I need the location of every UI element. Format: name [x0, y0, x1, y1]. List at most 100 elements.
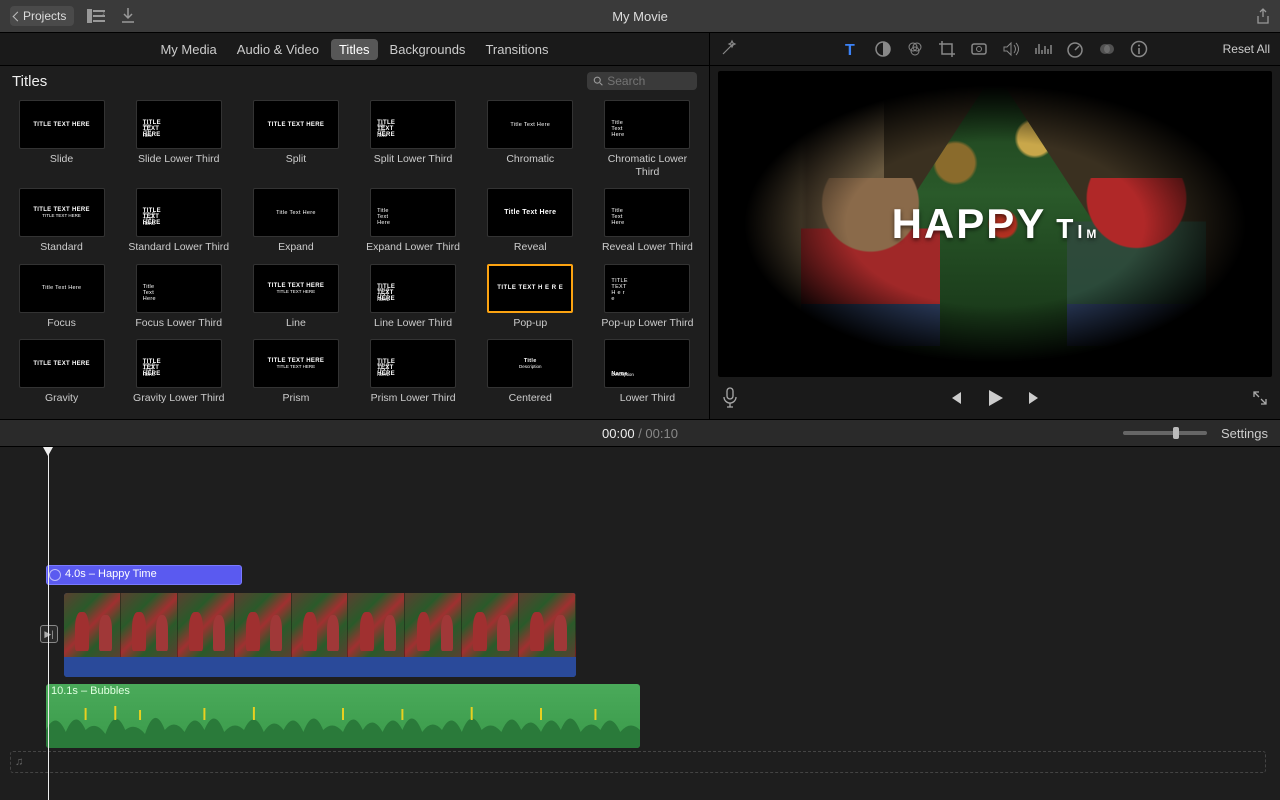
color-correction-icon[interactable]: [906, 40, 924, 58]
tab-titles[interactable]: Titles: [331, 39, 378, 60]
tab-backgrounds[interactable]: Backgrounds: [382, 39, 474, 60]
title-card-reveal[interactable]: Title Text Here Reveal: [479, 188, 582, 254]
title-card-label: Reveal: [514, 241, 547, 254]
title-card-slide-lower-third[interactable]: TITLE TEXT HERETitle Text Here Slide Lowe…: [127, 100, 230, 178]
video-clip[interactable]: [64, 593, 576, 677]
title-card-label: Expand Lower Third: [366, 241, 460, 254]
title-bar: Projects ♪ My Movie: [0, 0, 1280, 33]
projects-button[interactable]: Projects: [10, 6, 74, 26]
title-card-label: Gravity: [45, 392, 78, 405]
crop-icon[interactable]: [938, 40, 956, 58]
browser-tabs: My Media Audio & Video Titles Background…: [152, 39, 556, 60]
title-card-label: Pop-up: [513, 317, 547, 330]
title-thumb: TITLE TEXT HERETITLE TEXT HERE: [370, 339, 456, 388]
title-card-slide[interactable]: TITLE TEXT HERE Slide: [10, 100, 113, 178]
tab-transitions[interactable]: Transitions: [477, 39, 556, 60]
play-button[interactable]: [985, 388, 1005, 408]
share-icon[interactable]: [1256, 8, 1270, 24]
search-box[interactable]: [587, 72, 697, 90]
title-card-prism[interactable]: TITLE TEXT HERETITLE TEXT HEREPrism: [244, 339, 347, 405]
title-thumb: Title Text Here: [487, 100, 573, 149]
prev-button[interactable]: [947, 390, 963, 406]
reset-all-button[interactable]: Reset All: [1223, 42, 1270, 56]
title-card-split-lower-third[interactable]: TITLE TEXT HERETitle Text HereSplit Lowe…: [361, 100, 464, 178]
browser-panel: Titles TITLE TEXT HERESlideTITLE TEXT HE…: [0, 66, 710, 419]
empty-audio-track[interactable]: [10, 751, 1266, 773]
title-thumb: TitleDescription: [487, 339, 573, 388]
stabilization-icon[interactable]: [970, 40, 988, 58]
title-card-prism-lower-third[interactable]: TITLE TEXT HERETITLE TEXT HERE Prism Lowe…: [361, 339, 464, 405]
title-card-label: Pop-up Lower Third: [601, 317, 693, 330]
title-thumb: Title Text Here: [604, 100, 690, 149]
timeline[interactable]: 4.0s – Happy Time ▶| 10.1s – Bubbles: [0, 447, 1280, 800]
zoom-slider[interactable]: [1123, 431, 1207, 435]
text-inspector-icon[interactable]: T: [842, 40, 860, 58]
skimmer-toggle[interactable]: ▶|: [40, 625, 58, 643]
title-thumb: Title Text Here: [253, 188, 339, 237]
title-card-split[interactable]: TITLE TEXT HERESplit: [244, 100, 347, 178]
clip-filter-icon[interactable]: [1098, 40, 1116, 58]
browser-heading: Titles: [12, 73, 47, 90]
title-card-label: Line Lower Third: [374, 317, 452, 330]
next-button[interactable]: [1027, 390, 1043, 406]
volume-icon[interactable]: [1002, 40, 1020, 58]
import-icon[interactable]: [118, 8, 138, 24]
color-balance-icon[interactable]: [874, 40, 892, 58]
enhance-wand-icon[interactable]: [720, 39, 740, 59]
viewer-canvas[interactable]: HAPPY T I M: [718, 71, 1272, 377]
fullscreen-icon[interactable]: [1252, 390, 1268, 406]
title-thumb: Title Text Here: [487, 188, 573, 237]
title-card-gravity[interactable]: TITLE TEXT HEREGravity: [10, 339, 113, 405]
audio-clip[interactable]: 10.1s – Bubbles: [46, 684, 640, 748]
noise-reduction-icon[interactable]: [1034, 40, 1052, 58]
title-thumb: TITLE TEXT HERE: [19, 100, 105, 149]
title-card-label: Prism Lower Third: [371, 392, 456, 405]
title-thumb: Title Text Here: [136, 264, 222, 313]
tab-my-media[interactable]: My Media: [152, 39, 224, 60]
tab-audio-video[interactable]: Audio & Video: [229, 39, 327, 60]
title-clip[interactable]: 4.0s – Happy Time: [46, 565, 242, 585]
title-card-standard[interactable]: TITLE TEXT HERETITLE TEXT HEREStandard: [10, 188, 113, 254]
title-card-expand-lower-third[interactable]: Title Text Here Expand Lower Third: [361, 188, 464, 254]
search-input[interactable]: [607, 74, 691, 88]
title-card-pop-up-lower-third[interactable]: TITLE TEXT H e r ePop-up Lower Third: [596, 264, 699, 330]
title-card-label: Gravity Lower Third: [133, 392, 224, 405]
title-card-pop-up[interactable]: TITLE TEXT H E R EPop-up: [479, 264, 582, 330]
title-card-label: Centered: [509, 392, 552, 405]
audio-clip-label: 10.1s – Bubbles: [46, 684, 640, 698]
title-card-label: Standard Lower Third: [128, 241, 229, 254]
title-card-line[interactable]: TITLE TEXT HERETITLE TEXT HERELine: [244, 264, 347, 330]
title-thumb: Title Text Here: [370, 188, 456, 237]
title-card-gravity-lower-third[interactable]: TITLE TEXT HERETITLE TEXT HEREGravity Lo…: [127, 339, 230, 405]
title-card-focus[interactable]: Title Text HereFocus: [10, 264, 113, 330]
title-card-label: Split Lower Third: [374, 153, 453, 166]
titles-grid: TITLE TEXT HERE Slide TITLE TEXT HERETitle…: [0, 96, 709, 419]
title-thumb: TITLE TEXT HERETITLE TEXT HERE: [253, 339, 339, 388]
voiceover-mic-icon[interactable]: [722, 387, 738, 409]
projects-label: Projects: [23, 9, 66, 23]
playhead[interactable]: [48, 449, 49, 800]
title-card-label: Split: [286, 153, 306, 166]
library-list-icon[interactable]: ♪: [86, 8, 106, 24]
title-card-reveal-lower-third[interactable]: Title Text HereReveal Lower Third: [596, 188, 699, 254]
title-card-lower-third[interactable]: NameDescriptionLower Third: [596, 339, 699, 405]
title-thumb: TITLE TEXT HERETITLE TEXT HERE: [253, 264, 339, 313]
title-card-centered[interactable]: TitleDescription Centered: [479, 339, 582, 405]
title-card-chromatic-lower-third[interactable]: Title Text HereChromatic Lower Third: [596, 100, 699, 178]
title-card-label: Slide Lower Third: [138, 153, 220, 166]
title-card-label: Slide: [50, 153, 73, 166]
title-thumb: TITLE TEXT HERETITLE TEXT HERE: [19, 188, 105, 237]
inspector-icons: T: [842, 40, 1148, 58]
timecode-display: 00:00 / 00:10: [602, 426, 678, 441]
title-card-expand[interactable]: Title Text HereExpand: [244, 188, 347, 254]
title-card-standard-lower-third[interactable]: TITLE TEXT HERETITLE TEXT HEREStandard L…: [127, 188, 230, 254]
timeline-settings-button[interactable]: Settings: [1221, 426, 1268, 441]
title-card-label: Reveal Lower Third: [602, 241, 693, 254]
speed-icon[interactable]: [1066, 40, 1084, 58]
svg-text:♪: ♪: [102, 11, 105, 17]
title-thumb: TITLE TEXT HERETitle Text Here: [136, 100, 222, 149]
title-card-chromatic[interactable]: Title Text HereChromatic: [479, 100, 582, 178]
title-card-focus-lower-third[interactable]: Title Text HereFocus Lower Third: [127, 264, 230, 330]
info-icon[interactable]: [1130, 40, 1148, 58]
title-card-line-lower-third[interactable]: TITLE TEXT HERETITLE TEXT HERELine Lower…: [361, 264, 464, 330]
